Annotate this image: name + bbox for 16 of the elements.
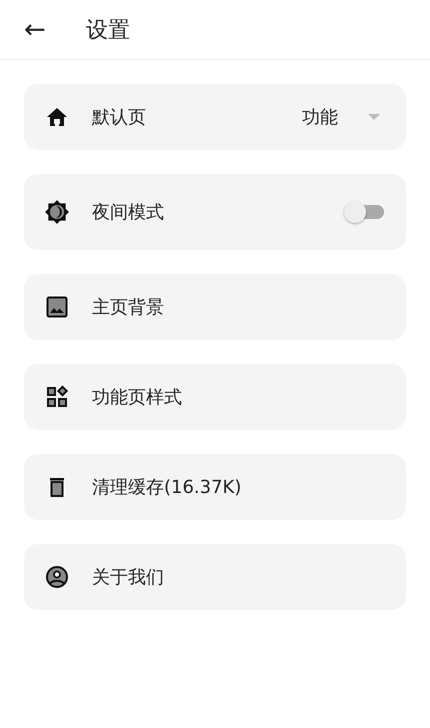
home-icon: [45, 105, 69, 129]
settings-item[interactable]: 默认页 功能: [24, 84, 406, 150]
default-page-dropdown[interactable]: 功能: [302, 105, 384, 129]
toggle-switch[interactable]: [344, 200, 384, 224]
account-icon: [45, 565, 69, 589]
settings-item[interactable]: 主页背景: [24, 274, 406, 340]
image-icon: [45, 295, 69, 319]
page-title: 设置: [86, 16, 130, 44]
settings-item[interactable]: 夜间模式: [24, 174, 406, 250]
settings-item[interactable]: 功能页样式: [24, 364, 406, 430]
brightness-icon: [44, 199, 70, 225]
back-button[interactable]: ←: [20, 16, 50, 42]
widgets-icon: [45, 385, 69, 409]
settings-item[interactable]: 关于我们: [24, 544, 406, 610]
caret-icon: [368, 114, 380, 120]
settings-item[interactable]: 清理缓存(16.37K): [24, 454, 406, 520]
